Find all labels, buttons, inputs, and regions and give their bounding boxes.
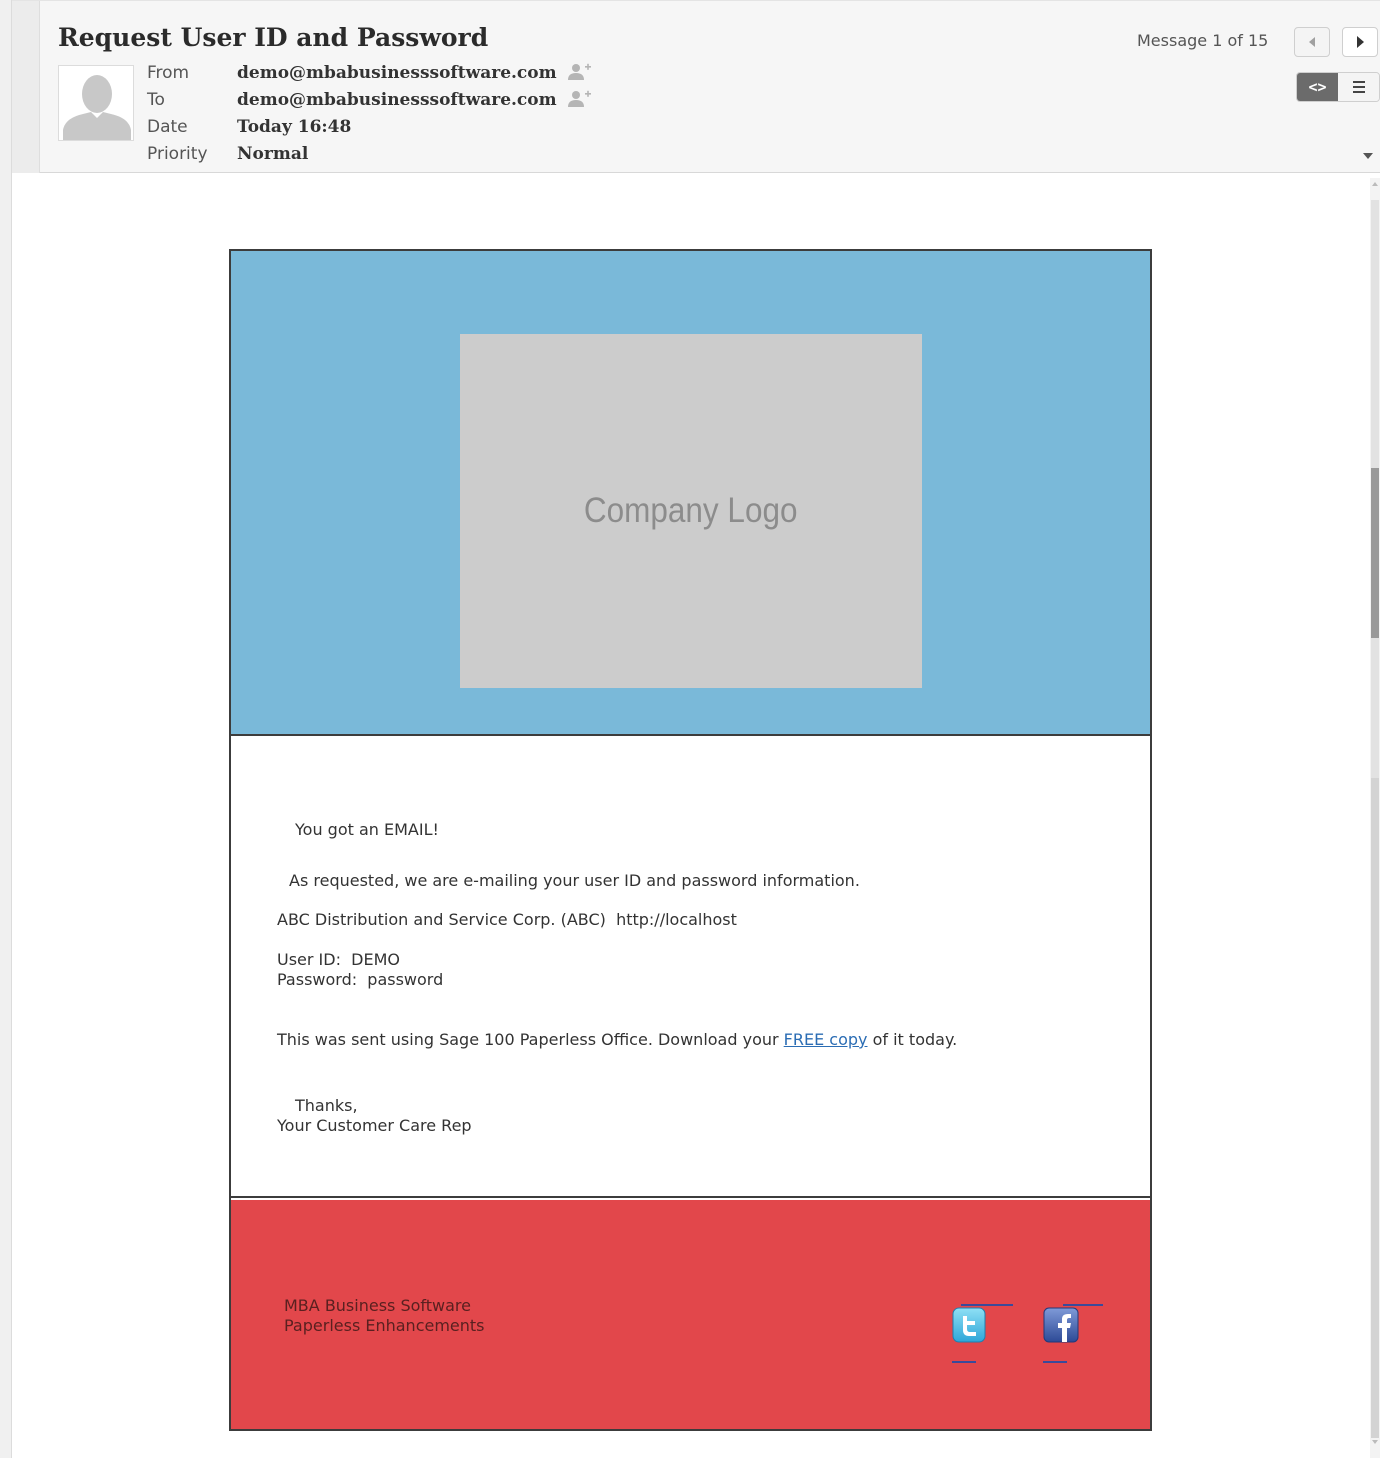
message-header: Request User ID and Password From demo@m… [12, 0, 1380, 173]
twitter-icon[interactable] [951, 1306, 989, 1346]
sent-using-line: This was sent using Sage 100 Paperless O… [277, 1030, 957, 1049]
password-line: Password: password [277, 970, 444, 989]
priority-label: Priority [147, 143, 208, 164]
company-logo-text: Company Logo [584, 491, 798, 530]
company-line: ABC Distribution and Service Corp. (ABC)… [277, 910, 737, 929]
scroll-down-icon[interactable] [1372, 1440, 1378, 1444]
greeting-text: You got an EMAIL! [295, 820, 439, 839]
priority-row: Priority Normal [147, 140, 593, 167]
scroll-up-icon[interactable] [1372, 182, 1378, 186]
company-logo-placeholder: Company Logo [460, 334, 922, 688]
signature-text: Your Customer Care Rep [277, 1116, 472, 1135]
facebook-icon[interactable] [1042, 1306, 1080, 1346]
vertical-scrollbar[interactable] [1370, 178, 1380, 1458]
message-subject: Request User ID and Password [58, 23, 489, 52]
header-side-bar [12, 1, 40, 173]
next-message-button[interactable] [1342, 27, 1378, 57]
plain-text-view-icon-line [1352, 91, 1365, 93]
prev-arrow-icon [1309, 37, 1315, 47]
to-address[interactable]: demo@mbabusinesssoftware.com [237, 90, 557, 110]
html-view-button[interactable]: <> [1297, 73, 1338, 101]
email-body: Company Logo You got an EMAIL! As reques… [229, 249, 1152, 1431]
avatar-icon [58, 65, 134, 141]
intro-text: As requested, we are e-mailing your user… [289, 871, 860, 890]
left-panel-strip [0, 0, 12, 1458]
plain-text-view-icon [1352, 81, 1365, 83]
footer-line-2: Paperless Enhancements [284, 1316, 485, 1335]
twitter-link-underline [952, 1361, 976, 1363]
priority-value: Normal [237, 143, 309, 164]
facebook-link-underline [1043, 1361, 1067, 1363]
scroll-track-lower[interactable] [1371, 778, 1379, 1438]
previous-message-button[interactable] [1294, 27, 1330, 57]
view-mode-toggle: <> [1296, 72, 1380, 102]
add-contact-icon[interactable] [567, 62, 593, 84]
add-contact-icon[interactable] [567, 89, 593, 111]
date-label: Date [147, 116, 188, 137]
free-copy-link[interactable]: FREE copy [784, 1030, 868, 1049]
date-row: Date Today 16:48 [147, 113, 593, 140]
message-counter: Message 1 of 15 [1137, 31, 1269, 50]
expand-header-icon[interactable] [1363, 153, 1373, 159]
plain-text-view-button[interactable] [1338, 73, 1379, 101]
to-row: To demo@mbabusinesssoftware.com [147, 86, 593, 113]
scroll-thumb[interactable] [1371, 468, 1379, 638]
html-view-icon: <> [1308, 78, 1327, 96]
date-value: Today 16:48 [237, 116, 352, 137]
user-id-line: User ID: DEMO [277, 950, 400, 969]
next-arrow-icon [1356, 36, 1364, 48]
thanks-text: Thanks, [295, 1096, 358, 1115]
from-address[interactable]: demo@mbabusinesssoftware.com [237, 63, 557, 83]
sent-suffix-text: of it today. [867, 1030, 958, 1049]
email-footer: MBA Business Software Paperless Enhancem… [231, 1200, 1150, 1429]
from-label: From [147, 62, 190, 83]
footer-company: MBA Business Software Paperless Enhancem… [284, 1296, 485, 1336]
email-message-content: You got an EMAIL! As requested, we are e… [231, 738, 1150, 1198]
plain-text-view-icon-line [1352, 86, 1365, 88]
message-meta: From demo@mbabusinesssoftware.com To dem… [147, 59, 593, 167]
from-row: From demo@mbabusinesssoftware.com [147, 59, 593, 86]
sent-prefix-text: This was sent using Sage 100 Paperless O… [277, 1030, 784, 1049]
to-label: To [147, 89, 165, 110]
footer-line-1: MBA Business Software [284, 1296, 471, 1315]
email-banner: Company Logo [231, 251, 1150, 736]
